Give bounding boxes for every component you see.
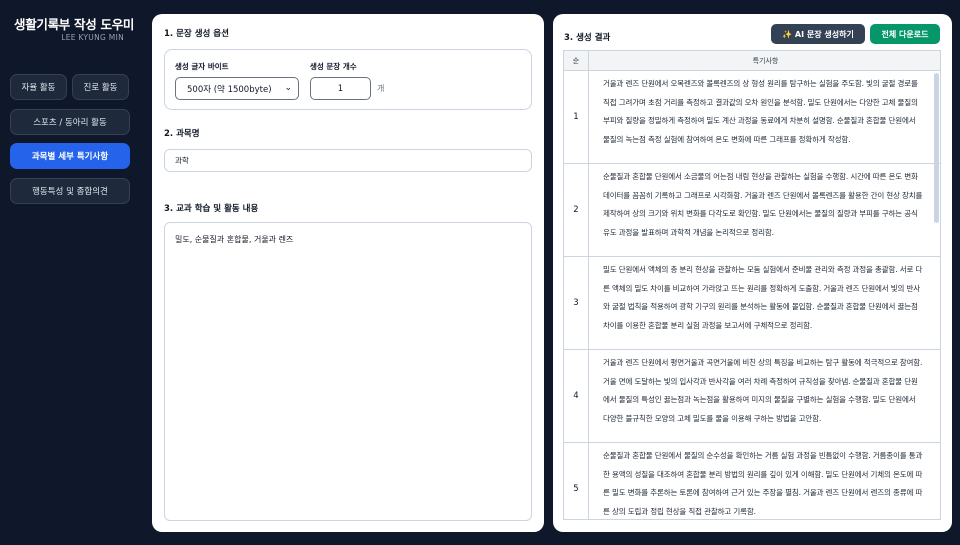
row-content: 거울과 렌즈 단원에서 오목렌즈와 볼록렌즈의 상 형성 원리를 탐구하는 실험… [603,79,918,144]
row-content: 순물질과 혼합물 단원에서 물질의 순수성을 확인하는 거름 실험 과정을 빈틈… [603,451,923,516]
nav-behavior-opinion[interactable]: 행동특성 및 종합의견 [10,178,130,204]
download-all-button[interactable]: 전체 다운로드 [870,24,940,44]
table-row: 4 거울과 렌즈 단원에서 평면거울과 곡면거울에 비친 상의 특징을 비교하는… [564,350,940,443]
sidebar: 생활기록부 작성 도우미 LEE KYUNG MIN 자율 활동 진로 활동 스… [0,0,140,545]
nav-subject-details[interactable]: 과목별 세부 특기사항 [10,143,130,169]
activity-textarea[interactable]: 밀도, 순물질과 혼합물, 거울과 렌즈 [164,222,532,521]
options-box: 생성 글자 바이트 생성 문장 개수 500자 (약 1500byte) ⌄ 1… [164,49,532,110]
header-number: 순 [564,51,589,71]
row-number: 4 [564,350,589,442]
section-subject-title: 2. 과목명 [164,129,200,139]
row-number: 2 [564,164,589,256]
chevron-down-icon: ⌄ [284,83,292,93]
header-content: 특기사항 [752,57,779,65]
ai-generate-button[interactable]: ✨ AI 문장 생성하기 [771,24,865,44]
row-number: 1 [564,71,589,163]
section-options-title: 1. 문장 생성 옵션 [164,29,229,39]
nav-autonomous-activity[interactable]: 자율 활동 [10,74,67,100]
nav-sports-club-activity[interactable]: 스포츠 / 동아리 활동 [10,109,130,135]
input-panel: 1. 문장 생성 옵션 생성 글자 바이트 생성 문장 개수 500자 (약 1… [152,14,544,532]
app-author: LEE KYUNG MIN [61,33,124,42]
row-content: 밀도 단원에서 액체의 층 분리 현상을 관찰하는 모둠 실험에서 준비물 관리… [603,265,923,330]
table-row: 3 밀도 단원에서 액체의 층 분리 현상을 관찰하는 모둠 실험에서 준비물 … [564,257,940,350]
row-number: 3 [564,257,589,349]
app-title: 생활기록부 작성 도우미 [14,17,135,32]
section-activity-title: 3. 교과 학습 및 활동 내용 [164,204,259,214]
byte-select-value: 500자 (약 1500byte) [187,84,272,95]
section-result-title: 3. 생성 결과 [564,33,611,43]
row-number: 5 [564,443,589,519]
table-row: 5 순물질과 혼합물 단원에서 물질의 순수성을 확인하는 거름 실험 과정을 … [564,443,940,519]
byte-select[interactable]: 500자 (약 1500byte) ⌄ [175,77,299,100]
row-content: 거울과 렌즈 단원에서 평면거울과 곡면거울에 비친 상의 특징을 비교하는 탐… [603,358,923,423]
table-header: 순 특기사항 [564,51,940,71]
result-table: 순 특기사항 1 거울과 렌즈 단원에서 오목렌즈와 볼록렌즈의 상 형성 원리… [563,50,941,520]
table-scrollbar[interactable] [934,73,939,223]
count-unit: 개 [377,84,385,93]
table-row: 1 거울과 렌즈 단원에서 오목렌즈와 볼록렌즈의 상 형성 원리를 탐구하는 … [564,71,940,164]
table-row: 2 순물질과 혼합물 단원에서 소금물의 어는점 내림 현상을 관찰하는 실험을… [564,164,940,257]
subject-input[interactable]: 과학 [164,149,532,172]
count-input[interactable]: 1 [310,77,371,100]
count-label: 생성 문장 개수 [310,62,357,71]
result-panel: 3. 생성 결과 ✨ AI 문장 생성하기 전체 다운로드 순 특기사항 1 거… [553,14,952,532]
row-content: 순물질과 혼합물 단원에서 소금물의 어는점 내림 현상을 관찰하는 실험을 수… [603,172,923,237]
nav-career-activity[interactable]: 진로 활동 [72,74,129,100]
byte-label: 생성 글자 바이트 [175,62,229,71]
